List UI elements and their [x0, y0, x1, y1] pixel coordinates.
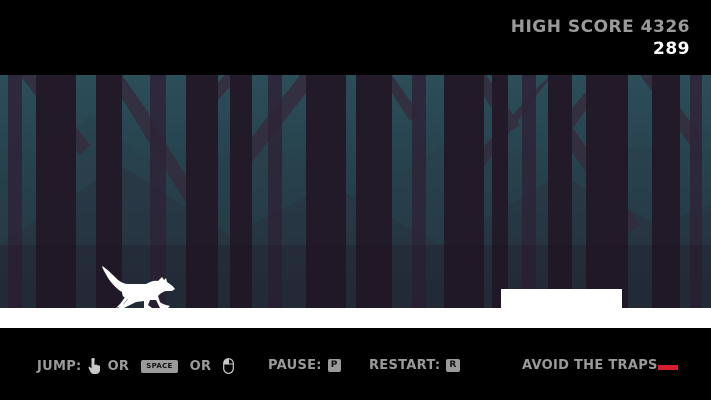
pause-control: PAUSE: P	[268, 358, 341, 373]
pause-label: PAUSE:	[268, 358, 322, 373]
ground	[0, 308, 711, 328]
wolf-icon	[102, 266, 175, 308]
avoid-traps-label: AVOID THE TRAPS	[522, 358, 658, 373]
or-text-2: OR	[189, 358, 212, 374]
avoid-traps-hint: AVOID THE TRAPS	[522, 358, 658, 373]
hand-pointer-icon	[88, 357, 102, 374]
high-score: HIGH SCORE 4326	[510, 17, 690, 37]
controls-bar: JUMP: OR SPACE OR PAUSE: P RESTART: R AV…	[0, 352, 711, 380]
pause-key: P	[327, 359, 341, 372]
restart-label: RESTART:	[369, 358, 441, 373]
restart-control: RESTART: R	[369, 358, 460, 373]
mouse-icon	[223, 358, 235, 374]
hud: HIGH SCORE 4326 289	[511, 16, 690, 60]
jump-label: JUMP:	[37, 358, 82, 374]
trap-indicator	[658, 365, 678, 370]
restart-key: R	[446, 359, 460, 372]
current-score: 289	[653, 39, 690, 59]
or-text-1: OR	[107, 358, 130, 374]
space-key: SPACE	[141, 359, 178, 373]
trap-block	[501, 289, 622, 309]
jump-control: JUMP: OR SPACE OR	[37, 357, 235, 374]
